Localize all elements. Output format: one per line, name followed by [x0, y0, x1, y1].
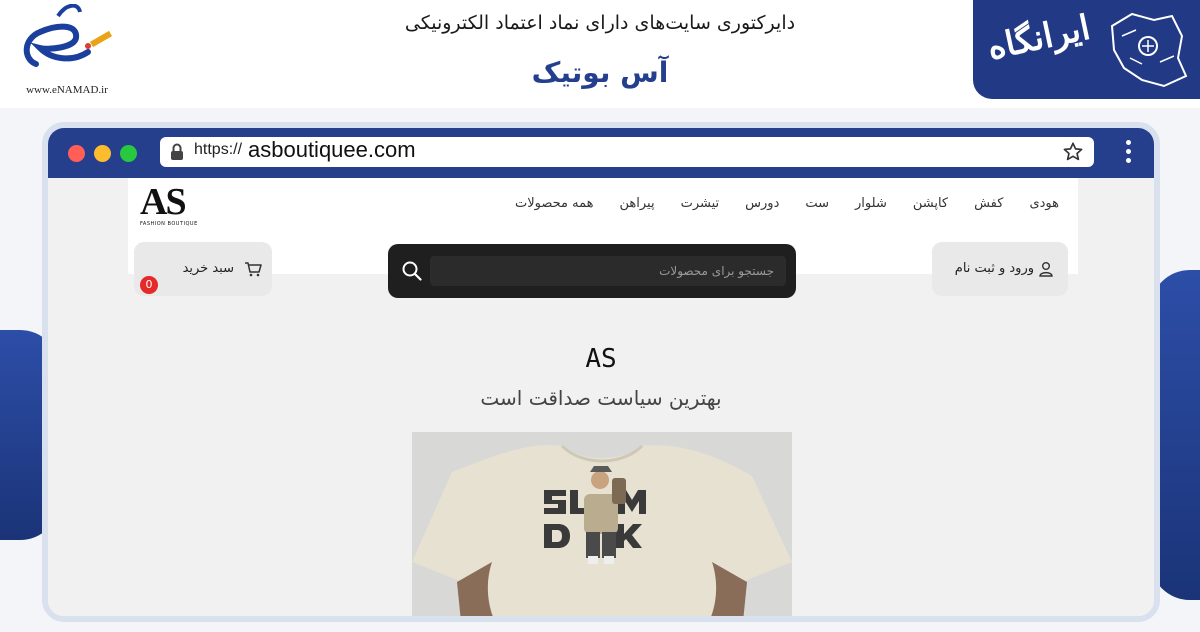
browser-window: https:// asboutiquee.com AS FASHION BOUT…: [42, 122, 1160, 622]
search-icon[interactable]: [402, 261, 422, 281]
nav-item-hoodie[interactable]: هودی: [1016, 196, 1072, 211]
user-icon: [1039, 262, 1053, 277]
hero-title: AS: [585, 344, 617, 374]
site-logo[interactable]: AS FASHION BOUTIQUE: [140, 181, 210, 230]
site-logo-tagline: FASHION BOUTIQUE: [140, 221, 198, 227]
directory-title: دایرکتوری سایت‌های دارای نماد اعتماد الک…: [404, 12, 796, 34]
nav-item-dors[interactable]: دورس: [732, 196, 792, 211]
login-register-label: ورود و ثبت نام: [954, 261, 1034, 276]
cart-label: سبد خرید: [182, 261, 234, 276]
enamad-emblem-icon: [23, 4, 113, 67]
window-maximize-button[interactable]: [120, 145, 137, 162]
search-input[interactable]: [430, 256, 786, 286]
window-minimize-button[interactable]: [94, 145, 111, 162]
tshirt-product-photo: [412, 432, 792, 616]
hero-subtitle: بهترین سیاست صداقت است: [480, 386, 722, 410]
lock-icon: [171, 143, 183, 160]
irangah-logo[interactable]: ایرانگاه: [970, 0, 1200, 102]
url-host: asboutiquee.com: [248, 137, 416, 162]
website-page: AS FASHION BOUTIQUE همه محصولات پیراهن ت…: [48, 178, 1154, 616]
nav-item-set[interactable]: ست: [792, 196, 842, 211]
window-close-button[interactable]: [68, 145, 85, 162]
top-banner: www.eNAMAD.ir دایرکتوری سایت‌های دارای ن…: [0, 0, 1200, 108]
nav-item-pants[interactable]: شلوار: [842, 196, 900, 211]
enamad-url: www.eNAMAD.ir: [26, 84, 108, 96]
nav-item-shirt[interactable]: پیراهن: [607, 196, 668, 211]
product-image[interactable]: [412, 432, 792, 616]
site-name-title: آس بوتیک: [531, 56, 669, 89]
enamad-logo[interactable]: www.eNAMAD.ir: [8, 4, 118, 100]
nav-item-tshirt[interactable]: تیشرت: [668, 196, 733, 211]
main-nav: همه محصولات پیراهن تیشرت دورس ست شلوار ک…: [502, 196, 1072, 211]
cart-button[interactable]: سبد خرید 0: [134, 242, 272, 296]
bookmark-star-icon[interactable]: [1062, 141, 1084, 163]
site-logo-text: AS: [140, 181, 187, 223]
url-protocol: https://: [194, 141, 243, 158]
iran-map-icon: [1110, 12, 1188, 88]
login-register-button[interactable]: ورود و ثبت نام: [932, 242, 1068, 296]
cart-count-badge: 0: [140, 276, 158, 294]
address-bar[interactable]: https:// asboutiquee.com: [160, 137, 1094, 167]
nav-item-jacket[interactable]: کاپشن: [900, 196, 961, 211]
cart-icon: [245, 262, 262, 277]
nav-item-all-products[interactable]: همه محصولات: [502, 196, 606, 211]
browser-toolbar: https:// asboutiquee.com: [48, 128, 1154, 178]
search-box: [388, 244, 796, 298]
irangah-brand-text: ایرانگاه: [983, 7, 1094, 69]
nav-item-shoes[interactable]: کفش: [961, 196, 1016, 211]
browser-menu-icon[interactable]: [1126, 140, 1132, 167]
